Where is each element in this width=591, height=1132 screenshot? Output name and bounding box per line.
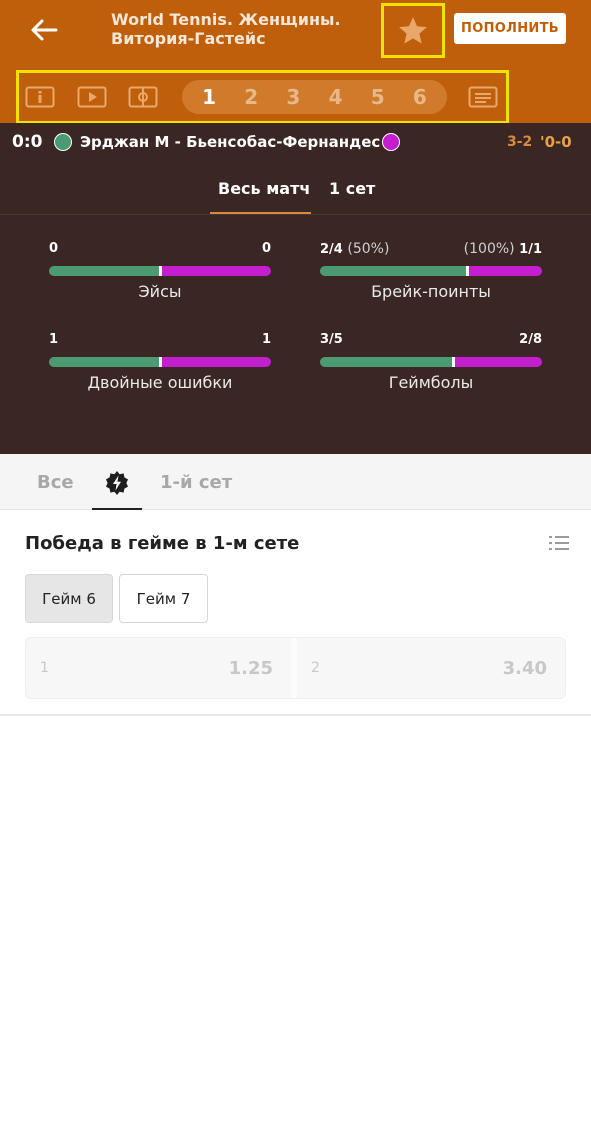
match-title: World Tennis. Женщины. Витория-Гастейс <box>111 10 371 48</box>
field-tab[interactable] <box>128 85 158 109</box>
game-6-button[interactable]: Гейм 6 <box>25 574 113 623</box>
star-icon <box>399 16 427 44</box>
video-play-icon <box>77 86 107 108</box>
odds-row: 1 1.25 2 3.40 <box>25 637 566 699</box>
info-tab[interactable] <box>25 85 55 109</box>
outcome-1-button[interactable]: 1 1.25 <box>26 638 291 698</box>
stat-break-points: 2/4 (50%) (100%) 1/1 Брейк-поинты <box>320 241 542 301</box>
stat-right-percent: (100%) <box>463 241 515 257</box>
tournament-location: Витория-Гастейс <box>111 29 266 48</box>
favorite-button[interactable] <box>381 3 445 58</box>
tab-all-markets[interactable]: Все <box>37 472 74 493</box>
tab-set-1[interactable]: 1 сет <box>329 179 375 198</box>
market-title: Победа в гейме в 1-м сете <box>25 533 300 554</box>
set-tab-6[interactable]: 6 <box>404 85 436 109</box>
list-icon <box>549 536 569 550</box>
players-names: Эрджан М - Бьенсобас-Фернандес О <box>80 133 399 151</box>
set-score: 3-2 <box>507 134 533 150</box>
stat-left-value: 2/4 <box>320 242 343 257</box>
stat-left-value: 1 <box>49 332 59 347</box>
stat-label: Брейк-поинты <box>371 282 491 301</box>
field-icon <box>128 86 158 108</box>
outcome-2-button[interactable]: 2 3.40 <box>297 638 565 698</box>
outcome-name: 2 <box>311 660 320 676</box>
player2-color-dot <box>382 133 400 151</box>
stat-bar-marker <box>465 266 469 276</box>
stat-bar <box>49 357 271 367</box>
arrow-left-icon <box>31 19 58 41</box>
stat-double-faults: 1 1 Двойные ошибки <box>49 332 271 392</box>
video-tab[interactable] <box>77 85 107 109</box>
stat-bar-player1 <box>49 266 160 276</box>
market-list-button[interactable] <box>548 534 570 554</box>
match-nav-bar: 1 2 3 4 5 6 <box>16 70 509 124</box>
stat-bar <box>49 266 271 276</box>
stat-left-percent: (50%) <box>347 241 390 257</box>
topup-button[interactable]: ПОПОЛНИТЬ <box>454 13 566 44</box>
stat-bar-marker <box>159 357 162 367</box>
stat-right-value: 1 <box>261 332 271 347</box>
stat-right-value: 2/8 <box>519 332 542 347</box>
set-tab-3[interactable]: 3 <box>277 85 309 109</box>
lightning-badge-icon <box>106 471 128 495</box>
stat-bar-player1 <box>49 357 160 367</box>
set-tab-5[interactable]: 5 <box>362 85 394 109</box>
match-score: 0:0 <box>12 132 43 152</box>
tournament-name: World Tennis. Женщины. <box>111 10 341 29</box>
tab-set1-markets[interactable]: 1-й сет <box>160 472 232 493</box>
set-selector: 1 2 3 4 5 6 <box>182 80 447 114</box>
match-stats-panel: Весь матч 1 сет 0 0 Эйсы 2/4 (50%) (100%… <box>0 161 591 454</box>
stat-aces: 0 0 Эйсы <box>49 241 271 301</box>
stat-left-value: 3/5 <box>320 332 343 347</box>
outcome-name: 1 <box>40 660 49 676</box>
set-tab-4[interactable]: 4 <box>320 85 352 109</box>
market-tab-indicator <box>92 508 142 510</box>
divider <box>0 714 591 716</box>
tab-live-markets[interactable] <box>104 470 130 501</box>
stat-bar <box>320 357 542 367</box>
tab-full-match[interactable]: Весь матч <box>218 179 310 198</box>
stat-bar-player1 <box>320 357 454 367</box>
back-button[interactable] <box>26 12 62 48</box>
divider <box>0 214 591 215</box>
scoreboard-tab[interactable] <box>468 85 498 109</box>
player1-color-dot <box>54 133 72 151</box>
stat-bar-player1 <box>320 266 467 276</box>
stat-right-value: 0 <box>261 241 271 256</box>
set-tab-1[interactable]: 1 <box>193 85 225 109</box>
stat-game-points: 3/5 2/8 Геймболы <box>320 332 542 392</box>
stat-label: Двойные ошибки <box>87 373 233 392</box>
info-icon <box>25 86 55 108</box>
market-tabs: Все 1-й сет <box>0 454 591 510</box>
score-bar: 0:0 Эрджан М - Бьенсобас-Фернандес О 3-2… <box>0 123 591 161</box>
stat-bar <box>320 266 542 276</box>
game-7-button[interactable]: Гейм 7 <box>119 574 208 623</box>
set-tab-2[interactable]: 2 <box>235 85 267 109</box>
scoreboard-icon <box>468 86 498 108</box>
stat-right-value: 1/1 <box>519 242 542 257</box>
stat-bar-marker <box>452 357 456 367</box>
outcome-odds: 3.40 <box>502 658 547 679</box>
match-header: World Tennis. Женщины. Витория-Гастейс П… <box>0 0 591 124</box>
game-score: '0-0 <box>540 133 572 151</box>
stat-label: Геймболы <box>388 373 474 392</box>
outcome-odds: 1.25 <box>228 658 273 679</box>
stat-left-value: 0 <box>49 241 59 256</box>
stat-label: Эйсы <box>138 282 182 301</box>
stat-bar-marker <box>159 266 162 276</box>
